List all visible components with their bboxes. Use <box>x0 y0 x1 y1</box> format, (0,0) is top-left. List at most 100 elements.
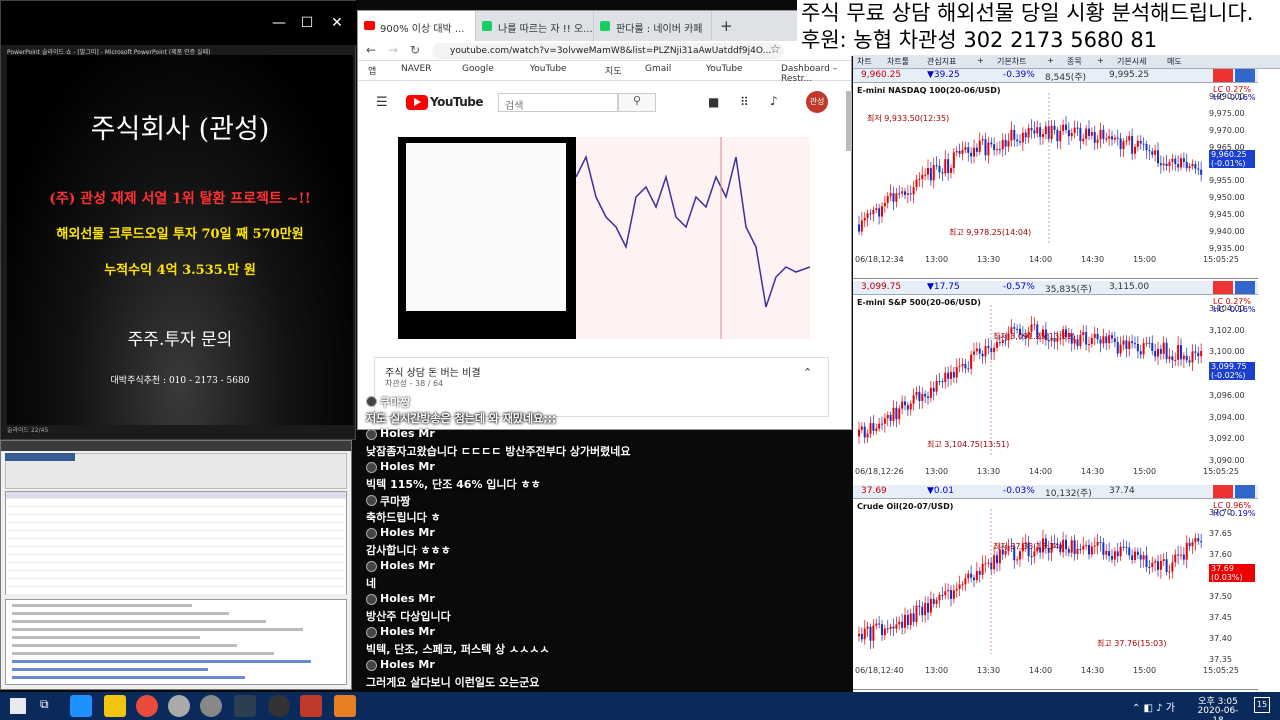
chrome-icon[interactable] <box>136 695 158 717</box>
y-tick-label: 3,092.00 <box>1209 434 1245 444</box>
candle <box>858 224 860 232</box>
notification-icon[interactable]: 15 <box>1254 697 1270 713</box>
low-label: 최고 3,104.75(13:51) <box>927 440 1010 449</box>
star-icon[interactable]: ☆ <box>770 42 781 56</box>
chat-message: Holes Mr 낮잠좀자고왔습니다 ㄷㄷㄷㄷ 방산주전부다 상가버렸네요 <box>366 427 846 459</box>
x-tick-label: 13:00 <box>925 467 949 476</box>
avatar[interactable]: 관성 <box>806 91 828 113</box>
toolbar-item[interactable]: 관심지표 <box>927 56 956 67</box>
new-tab-button[interactable]: + <box>720 17 733 35</box>
candle <box>906 405 909 410</box>
start-icon[interactable] <box>10 698 26 714</box>
search-input[interactable]: 검색 <box>498 93 618 112</box>
toolbar-item[interactable]: + <box>1047 56 1054 65</box>
candle <box>1185 542 1188 560</box>
forward-icon[interactable]: → <box>388 43 398 57</box>
candle <box>1177 345 1180 360</box>
address-bar[interactable]: youtube.com/watch?v=3olvweMamW8&list=PLZ… <box>432 43 784 59</box>
close-icon[interactable]: ✕ <box>323 15 351 31</box>
tray-icons[interactable]: ⌃ ◧ ♪ 가 <box>1132 699 1175 714</box>
search-button[interactable]: ⚲ <box>618 93 656 112</box>
toolbar-item[interactable]: + <box>1097 56 1104 65</box>
candle <box>952 371 955 378</box>
table-tab[interactable] <box>5 453 75 461</box>
camera-icon[interactable]: ■ <box>708 95 719 109</box>
sell-button[interactable] <box>1235 281 1255 294</box>
chat-username: Holes Mr <box>380 460 435 473</box>
scrollbar[interactable] <box>846 91 852 151</box>
candle <box>1102 336 1105 344</box>
obs-icon[interactable] <box>268 695 290 717</box>
candle <box>927 396 929 398</box>
candle <box>932 165 935 181</box>
candle <box>1168 356 1171 360</box>
tab-youtube[interactable]: 900% 이상 대박 ... <box>358 11 476 41</box>
reload-icon[interactable]: ↻ <box>410 43 420 57</box>
chat-text: 빅텍 115%, 단조 46% 입니다 ㅎㅎ <box>366 478 541 491</box>
sell-button[interactable] <box>1235 69 1255 82</box>
powerpoint-icon[interactable] <box>300 695 322 717</box>
sell-button[interactable] <box>1235 485 1255 498</box>
candle <box>901 621 904 628</box>
candle <box>901 191 904 194</box>
bookmark-item[interactable]: NAVER <box>401 64 431 74</box>
tab-naver1[interactable]: 나를 따르는 자 !! 오... <box>476 11 594 41</box>
candle <box>1082 332 1085 336</box>
apps-icon[interactable]: ⠿ <box>740 95 749 109</box>
banner-line1: 주식 무료 상담 해외선물 당일 시황 분석해드립니다. <box>801 1 1254 25</box>
bookmark-item[interactable]: Gmail <box>645 64 671 74</box>
edge-icon[interactable] <box>70 695 92 717</box>
toolbar-item[interactable]: 기본시세 <box>1117 56 1146 67</box>
bookmark-item[interactable]: YouTube <box>706 64 743 74</box>
candle <box>1139 140 1142 144</box>
candle <box>987 562 990 564</box>
candle <box>1165 559 1168 572</box>
bell-icon[interactable]: ♪ <box>770 94 778 108</box>
chat-message: Holes Mr 방산주 다상입니다 <box>366 592 846 624</box>
candle <box>898 193 901 195</box>
buy-button[interactable] <box>1213 485 1233 498</box>
video-player[interactable] <box>398 137 811 339</box>
candle <box>1162 163 1165 166</box>
candle <box>901 401 904 409</box>
app-icon[interactable] <box>168 695 190 717</box>
bookmark-item[interactable]: Google <box>462 64 494 74</box>
bookmark-item[interactable]: YouTube <box>530 64 567 74</box>
candle <box>1073 540 1076 554</box>
app-icon[interactable] <box>234 695 256 717</box>
maximize-icon[interactable]: ☐ <box>293 15 321 31</box>
menu-icon[interactable]: ☰ <box>376 95 388 110</box>
taskview-icon[interactable]: ⧉ <box>40 697 49 712</box>
minimize-icon[interactable]: — <box>265 15 293 31</box>
bookmark-item[interactable]: Dashboard – Restr... <box>781 64 851 84</box>
youtube-logo-icon[interactable] <box>406 95 428 110</box>
app-icon[interactable] <box>334 695 356 717</box>
candle <box>878 208 881 217</box>
table-row <box>6 588 346 595</box>
buy-button[interactable] <box>1213 69 1233 82</box>
chart-panel: 37.69 ▼0.01 -0.03% 10,132(주) 37.74 Crude Oil(… <box>853 485 1258 690</box>
candle <box>1194 538 1197 543</box>
toolbar-item[interactable]: + <box>977 56 984 65</box>
candle <box>990 142 993 145</box>
bookmark-item[interactable]: 앱 <box>368 64 376 77</box>
tab-naver2[interactable]: 판다룰 : 네이버 카페 <box>594 11 712 41</box>
candle <box>1197 168 1200 170</box>
explorer-icon[interactable] <box>104 695 126 717</box>
toolbar-item[interactable]: 매도 <box>1167 56 1182 67</box>
candle <box>892 193 895 202</box>
candle <box>1177 164 1180 168</box>
desktop: { "banner":{"line1":"주식 무료 상담 해외선물 당일 시황… <box>0 0 1280 720</box>
toolbar-item[interactable]: 기본차트 <box>997 56 1026 67</box>
candle <box>1016 139 1019 142</box>
toolbar-item[interactable]: 차트 <box>857 56 872 67</box>
candle <box>1105 551 1108 555</box>
app-icon[interactable] <box>200 695 222 717</box>
toolbar-item[interactable]: 종목 <box>1067 56 1082 67</box>
quote-bar: 3,099.75 ▼17.75 -0.57% 35,835(주) 3,115.00 <box>853 281 1258 295</box>
buy-button[interactable] <box>1213 281 1233 294</box>
quote-vol: 8,545(주) <box>1045 73 1087 83</box>
bookmark-item[interactable]: 지도 <box>605 64 622 77</box>
toolbar-item[interactable]: 차트툴 <box>887 56 909 67</box>
back-icon[interactable]: ← <box>366 43 376 57</box>
